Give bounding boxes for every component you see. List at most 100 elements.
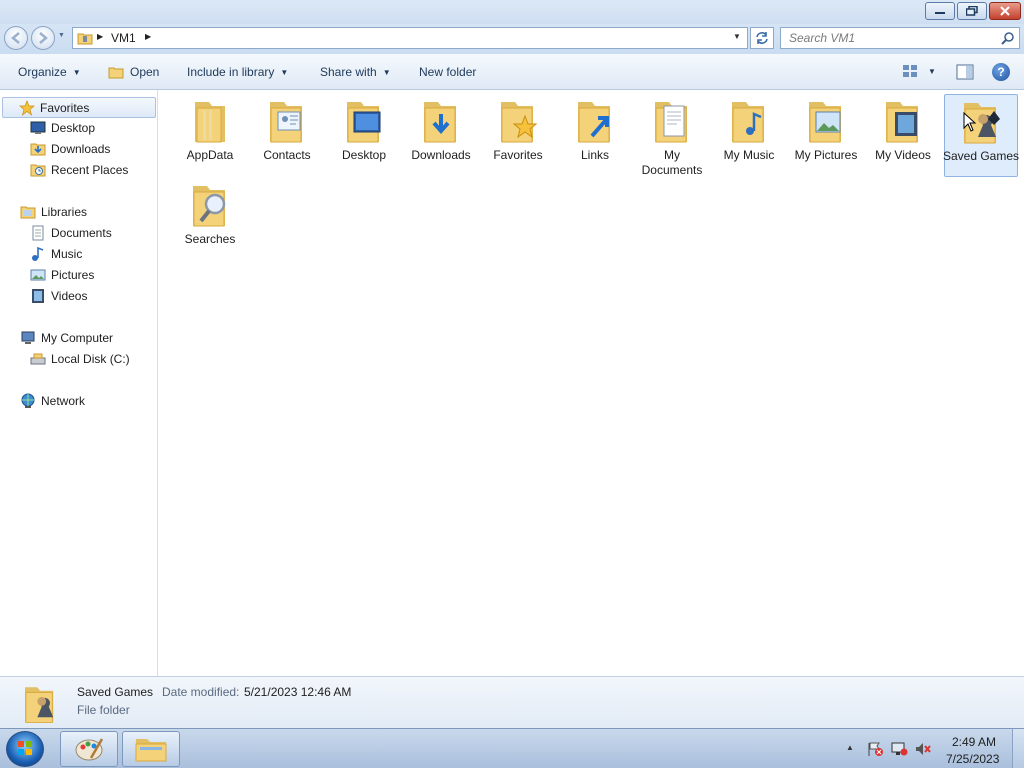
nav-item-videos[interactable]: Videos [30, 286, 87, 306]
breadcrumb-chevron-icon[interactable]: ▶ [97, 32, 103, 41]
details-item-type: File folder [77, 703, 130, 717]
nav-item-pictures[interactable]: Pictures [30, 265, 94, 285]
nav-network[interactable]: Network [20, 391, 85, 411]
windows-logo-icon [18, 741, 32, 755]
share-with-button[interactable]: Share with ▼ [320, 65, 391, 79]
minimize-button[interactable] [925, 2, 955, 20]
refresh-button[interactable] [750, 27, 774, 49]
folder-appdata[interactable]: AppData [173, 96, 247, 163]
address-dropdown-icon[interactable]: ▼ [733, 32, 741, 41]
nav-item-label: Desktop [51, 121, 96, 135]
close-button[interactable] [989, 2, 1021, 20]
file-list[interactable]: AppData Contacts Desktop Downloads Favor… [159, 90, 1024, 676]
organize-button[interactable]: Organize ▼ [18, 65, 81, 79]
taskbar-explorer-button[interactable] [122, 731, 180, 767]
back-arrow-icon [11, 32, 20, 44]
folder-searches[interactable]: Searches [173, 180, 247, 247]
star-icon [19, 99, 35, 116]
folder-my-music[interactable]: My Music [712, 96, 786, 163]
network-status-icon[interactable] [890, 741, 908, 757]
folder-downloads[interactable]: Downloads [404, 96, 478, 163]
nav-favorites[interactable]: Favorites [2, 97, 156, 118]
documents-folder-icon [655, 102, 687, 143]
nav-item-music[interactable]: Music [30, 244, 82, 264]
new-folder-label: New folder [419, 65, 477, 79]
help-button[interactable]: ? [992, 63, 1010, 81]
folder-label: Desktop [341, 148, 387, 162]
videos-folder-icon [886, 102, 918, 143]
minimize-icon [935, 12, 945, 14]
nav-item-documents[interactable]: Documents [30, 223, 112, 243]
nav-libraries-label: Libraries [41, 205, 88, 219]
folder-icon [77, 33, 93, 45]
open-label: Open [130, 65, 160, 79]
pictures-icon [30, 269, 46, 281]
clock-date[interactable]: 7/25/2023 [946, 752, 999, 766]
music-icon [32, 246, 44, 261]
chevron-down-icon: ▼ [72, 67, 81, 77]
volume-muted-icon[interactable] [914, 741, 932, 757]
folder-label: My Pictures [794, 148, 858, 162]
favorites-folder-icon [501, 102, 538, 143]
nav-libraries[interactable]: Libraries [20, 202, 87, 222]
details-pane: Saved Games Date modified: 5/21/2023 12:… [0, 676, 1024, 728]
folder-label: My Videos [875, 148, 931, 162]
folder-my-videos[interactable]: My Videos [866, 96, 940, 163]
folder-desktop[interactable]: Desktop [327, 96, 401, 163]
restore-icon [966, 6, 978, 16]
nav-item-downloads[interactable]: Downloads [30, 139, 110, 159]
nav-item-local-disk[interactable]: Local Disk (C:) [30, 349, 130, 369]
show-hidden-icons-icon[interactable]: ▲ [846, 743, 854, 752]
action-center-flag-icon[interactable] [866, 741, 884, 757]
nav-favorites-label: Favorites [40, 100, 90, 115]
folder-label: Favorites [493, 148, 543, 162]
breadcrumb-vm1[interactable]: VM1 [111, 31, 136, 45]
change-view-icon[interactable] [902, 64, 918, 78]
nav-item-desktop[interactable]: Desktop [30, 118, 95, 138]
computer-icon [21, 331, 35, 344]
forward-button[interactable] [31, 26, 55, 50]
clock-time[interactable]: 2:49 AM [952, 735, 996, 749]
organize-label: Organize [18, 65, 67, 79]
recent-pages-dropdown[interactable]: ▼ [58, 32, 68, 44]
forward-arrow-icon [39, 32, 48, 44]
preview-pane-icon[interactable] [956, 64, 974, 80]
hard-disk-icon [30, 353, 46, 365]
folder-my-documents[interactable]: My Documents [635, 96, 709, 178]
taskbar-paint-button[interactable] [60, 731, 118, 767]
folder-label: My Documents [641, 148, 703, 177]
breadcrumb-chevron-icon[interactable]: ▶ [145, 32, 151, 41]
documents-icon [32, 225, 44, 241]
nav-item-recent-places[interactable]: Recent Places [30, 160, 128, 180]
folder-label: Contacts [263, 148, 311, 162]
music-folder-icon [732, 102, 764, 143]
windows-explorer-icon [135, 739, 167, 762]
address-bar[interactable]: ▶ VM1 ▶ ▼ [72, 27, 748, 49]
links-folder-icon [578, 102, 610, 143]
show-desktop-button[interactable] [1012, 729, 1024, 768]
downloads-folder-icon [424, 102, 456, 143]
folder-my-pictures[interactable]: My Pictures [789, 96, 863, 163]
new-folder-button[interactable]: New folder [419, 65, 476, 79]
back-button[interactable] [4, 26, 28, 50]
pictures-folder-icon [809, 102, 841, 143]
open-button[interactable]: Open [108, 65, 159, 79]
folder-favorites[interactable]: Favorites [481, 96, 555, 163]
folder-saved-games[interactable]: Saved Games [943, 94, 1019, 177]
start-button[interactable] [6, 731, 44, 767]
restore-button[interactable] [957, 2, 987, 20]
search-input[interactable]: Search VM1 [780, 27, 1020, 49]
help-icon: ? [997, 65, 1005, 79]
close-icon [1000, 6, 1010, 16]
nav-my-computer[interactable]: My Computer [20, 328, 113, 348]
mouse-cursor-icon [963, 112, 977, 132]
searches-folder-icon [193, 186, 226, 227]
nav-my-computer-label: My Computer [41, 331, 114, 345]
include-in-library-button[interactable]: Include in library ▼ [187, 65, 288, 79]
refresh-icon [756, 32, 768, 44]
search-placeholder: Search VM1 [789, 31, 856, 45]
view-options-dropdown-icon[interactable]: ▼ [928, 67, 936, 76]
folder-links[interactable]: Links [558, 96, 632, 163]
search-icon[interactable] [1001, 31, 1015, 45]
folder-contacts[interactable]: Contacts [250, 96, 324, 163]
